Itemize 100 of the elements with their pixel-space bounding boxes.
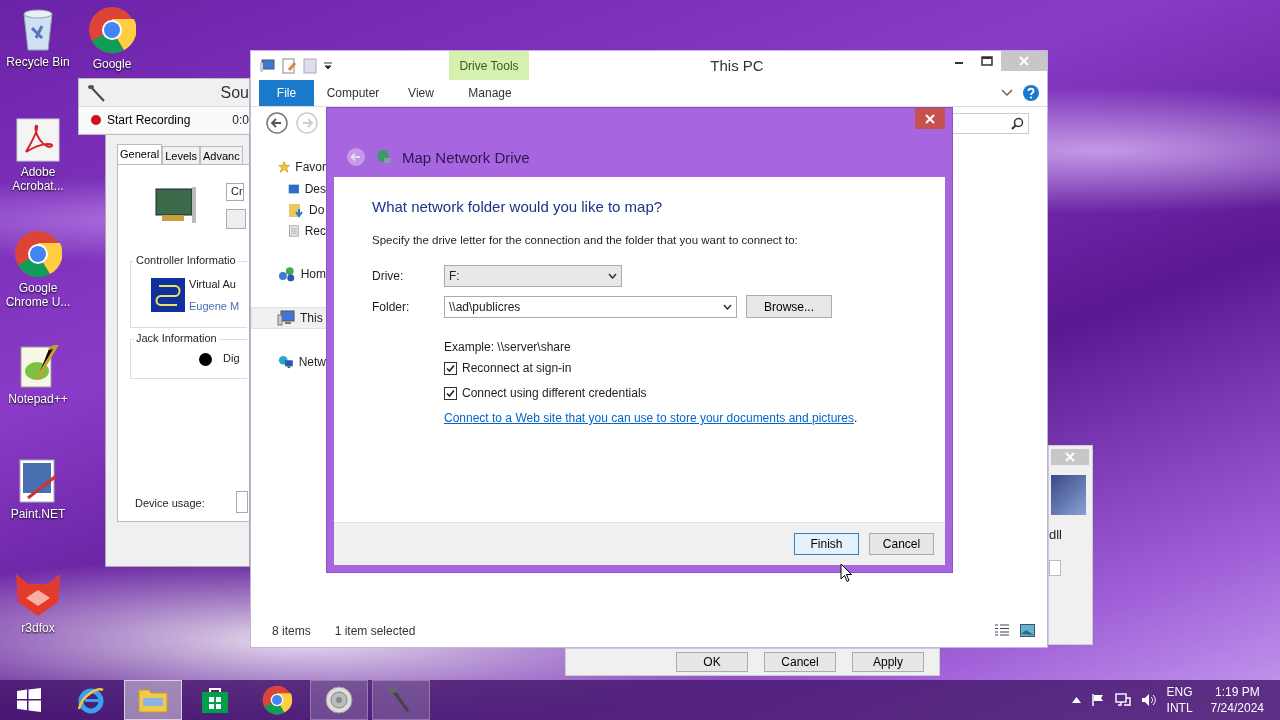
vendor-link[interactable]: Eugene M [189, 300, 240, 312]
notepad-icon [17, 345, 59, 389]
context-tab-group: Drive Tools [449, 51, 529, 80]
desktop-icon-label[interactable]: Paint.NET [10, 507, 66, 522]
close-icon [1019, 56, 1029, 66]
recent-places-icon [288, 222, 300, 239]
nav-item[interactable]: This [251, 307, 327, 329]
device-usage-label: Device usage: [135, 497, 205, 509]
dialog-button[interactable]: Cancel [869, 533, 934, 555]
windows-logo-icon [16, 687, 42, 713]
browse-button[interactable]: Browse... [746, 295, 832, 318]
paint-icon [18, 458, 58, 504]
clock[interactable]: 1:19 PM 7/24/2024 [1210, 683, 1264, 717]
desktop-icon-label[interactable]: r3dfox [21, 621, 55, 636]
caret-down-icon [608, 273, 617, 279]
network-drive-icon [376, 149, 392, 165]
tab[interactable]: General [117, 144, 163, 165]
ribbon-tab[interactable]: Computer [314, 80, 392, 106]
item-count: 8 items [272, 624, 311, 638]
web-site-link-sentence: Connect to a Web site that you can use to store your documents and pictures. [444, 411, 859, 425]
dialog-heading: What network folder would you like to map? [372, 198, 664, 215]
pdf-document-icon [16, 118, 60, 162]
homegroup-icon [278, 266, 296, 282]
window-title: Sou [220, 83, 249, 102]
nav-item[interactable]: Hom [251, 263, 327, 285]
recording-time: 0:0 [232, 113, 249, 127]
network-icon [278, 354, 294, 370]
jack-name: Dig [223, 352, 240, 364]
dialog-button[interactable]: Apply [852, 652, 924, 672]
drive-dropdown[interactable]: F: [444, 265, 622, 287]
maximize-icon [981, 56, 993, 66]
star-icon [278, 159, 291, 175]
dialog-title: Map Network Drive [402, 148, 530, 166]
chrome-icon [262, 685, 292, 715]
nav-item[interactable]: Favor [251, 156, 327, 178]
window-title: This PC [709, 57, 765, 74]
desktop-icon-label[interactable]: Notepad++ [8, 392, 68, 407]
drive-label: Drive: [372, 269, 405, 283]
desktop-icon-label[interactable]: Google Chrome U... [0, 281, 76, 310]
flag-icon[interactable] [1090, 693, 1105, 707]
fox-icon [14, 572, 62, 618]
input-field[interactable] [1049, 560, 1061, 576]
dropdown-arrow-icon[interactable] [323, 61, 333, 70]
chrome-icon [14, 230, 62, 278]
network-icon[interactable] [1114, 693, 1131, 707]
downloads-folder-icon [288, 201, 304, 218]
ribbon-tab[interactable]: View [392, 80, 450, 106]
large-icons-view-icon[interactable] [1020, 624, 1035, 637]
close-button[interactable] [915, 108, 945, 129]
controller-name: Virtual Au [189, 278, 236, 290]
store-icon [201, 686, 229, 714]
caret-up-icon[interactable] [1071, 697, 1081, 703]
chrome-icon [88, 6, 136, 54]
folder-label: Folder: [372, 299, 411, 314]
nav-item[interactable]: Des [251, 178, 327, 199]
start-recording-button[interactable]: Start Recording [91, 113, 191, 127]
speaker-icon [324, 685, 354, 715]
computer-icon [259, 58, 275, 73]
close-icon [1065, 452, 1075, 462]
checkbox-label[interactable]: Reconnect at sign-in [462, 361, 572, 375]
chevron-down-icon[interactable] [1001, 89, 1013, 97]
mouse-pointer-icon [840, 563, 853, 583]
checkbox[interactable] [444, 386, 457, 400]
internet-explorer-icon [76, 685, 106, 715]
dialog-button[interactable]: OK [676, 652, 748, 672]
microphone-icon [87, 82, 107, 103]
web-site-link[interactable]: Connect to a Web site that you can use to store your documents and pictures [444, 411, 854, 425]
example-text: Example: \\server\share [444, 340, 572, 354]
folder-icon [137, 686, 169, 714]
dialog-button[interactable]: Finish [794, 533, 859, 555]
instruction-text: Specify the drive letter for the connection and the folder that you want to connect to: [372, 234, 799, 246]
ribbon-tab[interactable]: Manage [450, 80, 530, 106]
image-placeholder [1051, 475, 1086, 515]
checkbox[interactable] [444, 361, 457, 375]
checkbox-label[interactable]: Connect using different credentials [462, 386, 647, 400]
group-title: Jack Information [134, 332, 219, 344]
properties-icon[interactable] [281, 57, 297, 74]
device-field[interactable]: Cr [226, 183, 244, 201]
file-tab[interactable]: File [259, 80, 314, 106]
nav-item[interactable]: Do [251, 199, 327, 220]
caret-down-icon [723, 303, 732, 310]
computer-icon [277, 310, 295, 326]
input-language-indicator[interactable]: ENG INTL [1166, 683, 1193, 717]
jack-color-icon [199, 353, 212, 366]
nav-item[interactable]: Rec [251, 220, 327, 241]
folder-combobox[interactable]: \\ad\publicres [444, 295, 737, 318]
details-view-icon[interactable] [994, 624, 1010, 636]
desktop-icon-label[interactable]: Adobe Acrobat... [0, 165, 76, 194]
dialog-button[interactable]: Cancel [764, 652, 836, 672]
desktop-icon-label[interactable]: Recycle Bin [6, 55, 70, 70]
cable-icon [151, 278, 185, 312]
help-icon[interactable] [1023, 85, 1039, 101]
selection-count: 1 item selected [334, 624, 416, 638]
desktop-icon-label[interactable]: Google [92, 57, 132, 72]
file-name: dll [1049, 527, 1063, 542]
group-title: Controller Informatio [134, 254, 238, 266]
nav-item[interactable]: Netw [251, 351, 327, 373]
close-icon [925, 113, 935, 124]
search-icon [1011, 116, 1024, 130]
volume-icon[interactable] [1140, 693, 1157, 707]
